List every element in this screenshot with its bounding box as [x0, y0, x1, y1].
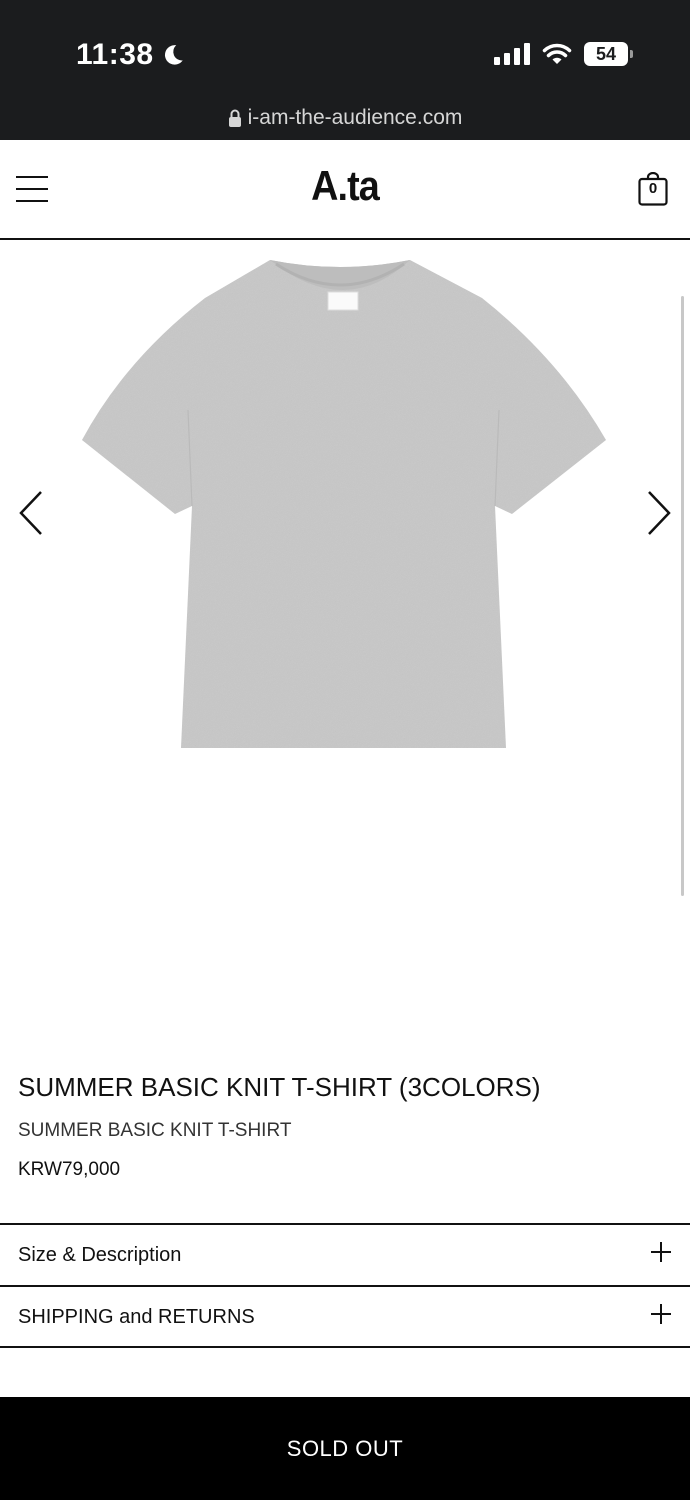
chevron-left-icon[interactable] [18, 490, 44, 536]
time-text: 11:38 [76, 38, 154, 71]
product-price: KRW79,000 [18, 1159, 121, 1180]
signal-icon [494, 43, 530, 65]
plus-icon[interactable] [650, 1241, 672, 1263]
site-header: A.ta 0 [0, 140, 690, 240]
chevron-right-icon[interactable] [646, 490, 672, 536]
sold-out-label: SOLD OUT [286, 1435, 404, 1461]
plus-icon[interactable] [650, 1303, 672, 1325]
site-logo[interactable]: A.ta [35, 162, 656, 210]
product-gallery [0, 240, 690, 1020]
product-subtitle: SUMMER BASIC KNIT T-SHIRT [18, 1120, 292, 1141]
scrollbar[interactable] [681, 296, 684, 896]
product-title: SUMMER BASIC KNIT T-SHIRT (3COLORS) [18, 1072, 541, 1102]
status-time: 11:38 [76, 38, 186, 72]
accordion-shipping-returns[interactable]: SHIPPING and RETURNS [0, 1285, 690, 1347]
battery-icon: 54 [584, 42, 633, 66]
wifi-icon [542, 43, 572, 64]
sold-out-button[interactable]: SOLD OUT [0, 1397, 690, 1500]
battery-level: 54 [595, 43, 617, 64]
accordion-label: SHIPPING and RETURNS [18, 1306, 255, 1328]
status-icons: 54 [494, 42, 633, 66]
accordion-size-description[interactable]: Size & Description [0, 1223, 690, 1285]
divider [0, 1346, 690, 1348]
lock-icon [228, 109, 241, 127]
moon-icon [164, 45, 183, 65]
url-text: i-am-the-audience.com [247, 106, 463, 129]
cart-count: 0 [648, 180, 658, 197]
url-bar[interactable]: i-am-the-audience.com [0, 106, 690, 130]
product-image[interactable] [0, 240, 690, 1020]
status-bar: 11:38 54 i-am-the-audience.com [0, 0, 690, 140]
accordion-label: Size & Description [18, 1244, 182, 1266]
